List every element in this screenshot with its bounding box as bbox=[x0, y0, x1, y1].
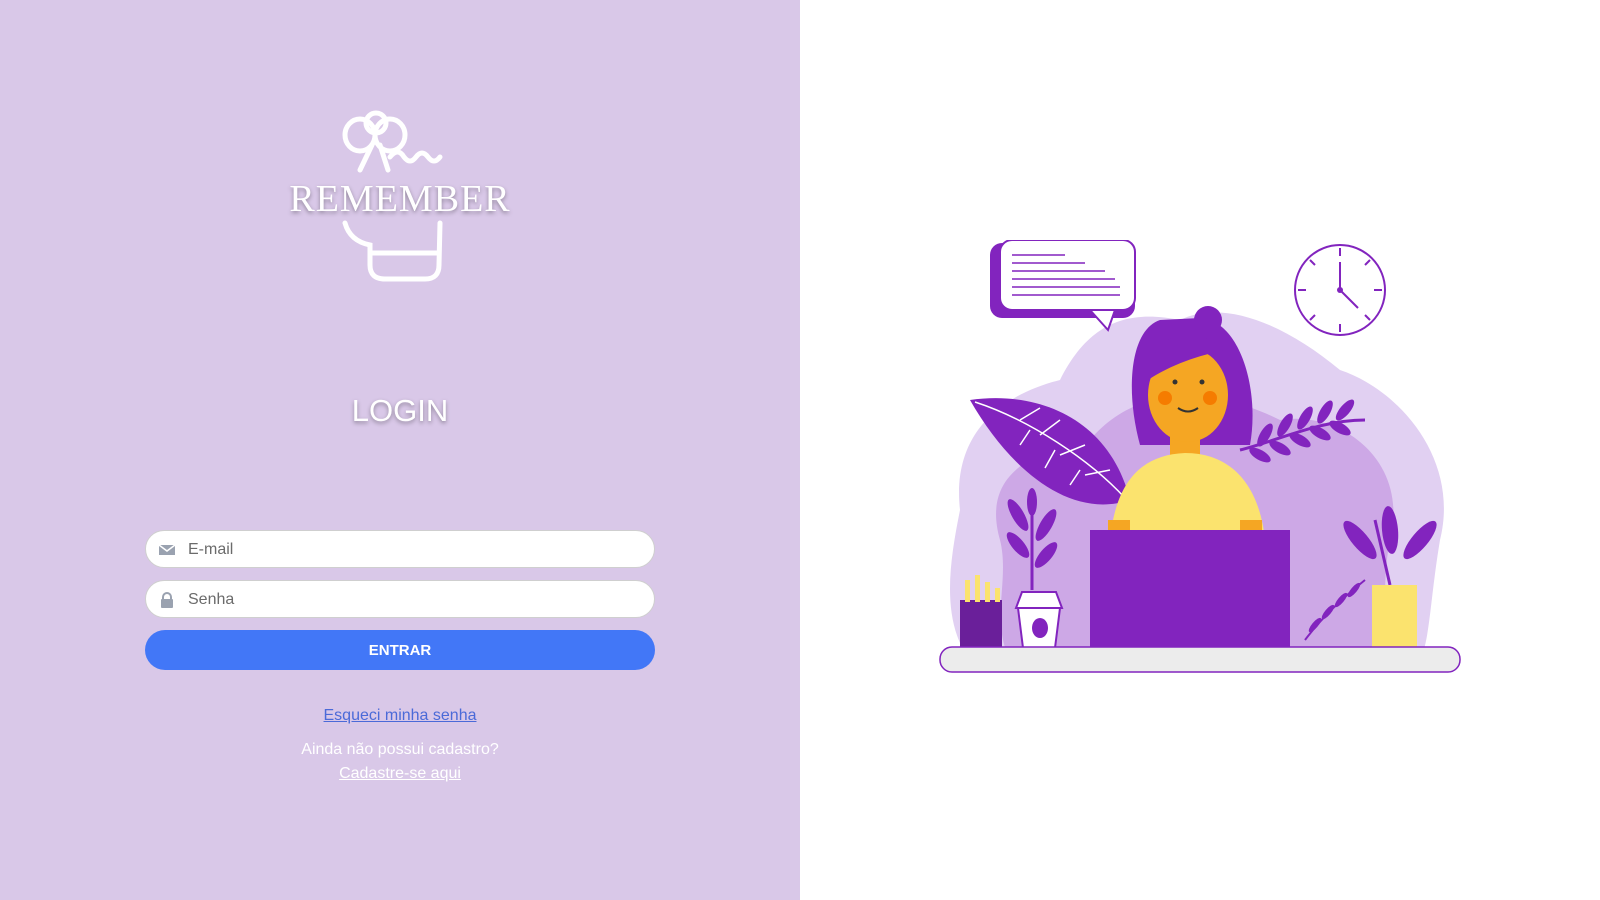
email-field[interactable] bbox=[145, 530, 655, 569]
login-panel: REMEMBER LOGIN ENTRAR Esqueci minha senh… bbox=[0, 0, 800, 900]
brand-name: REMEMBER bbox=[289, 178, 511, 220]
no-account-text: Ainda não possui cadastro? bbox=[301, 741, 499, 758]
speech-bubble bbox=[990, 240, 1136, 332]
lock-icon bbox=[158, 591, 176, 609]
page-title: LOGIN bbox=[351, 393, 449, 428]
register-link[interactable]: Cadastre-se aqui bbox=[0, 765, 800, 783]
envelope-icon bbox=[158, 541, 176, 559]
password-input[interactable] bbox=[186, 581, 645, 619]
password-field[interactable] bbox=[145, 580, 655, 619]
plant-pot bbox=[1372, 585, 1417, 647]
forgot-password-link[interactable]: Esqueci minha senha bbox=[0, 707, 800, 725]
illustration-panel bbox=[800, 0, 1600, 900]
brand-logo: REMEMBER bbox=[280, 105, 520, 305]
woman-at-laptop-illustration bbox=[939, 240, 1461, 673]
desk bbox=[939, 646, 1461, 673]
laptop-icon bbox=[1090, 530, 1290, 647]
coffee-cup-icon bbox=[1014, 591, 1064, 649]
email-input[interactable] bbox=[186, 531, 645, 569]
clock-icon bbox=[1294, 244, 1386, 336]
login-button[interactable]: ENTRAR bbox=[145, 630, 655, 670]
